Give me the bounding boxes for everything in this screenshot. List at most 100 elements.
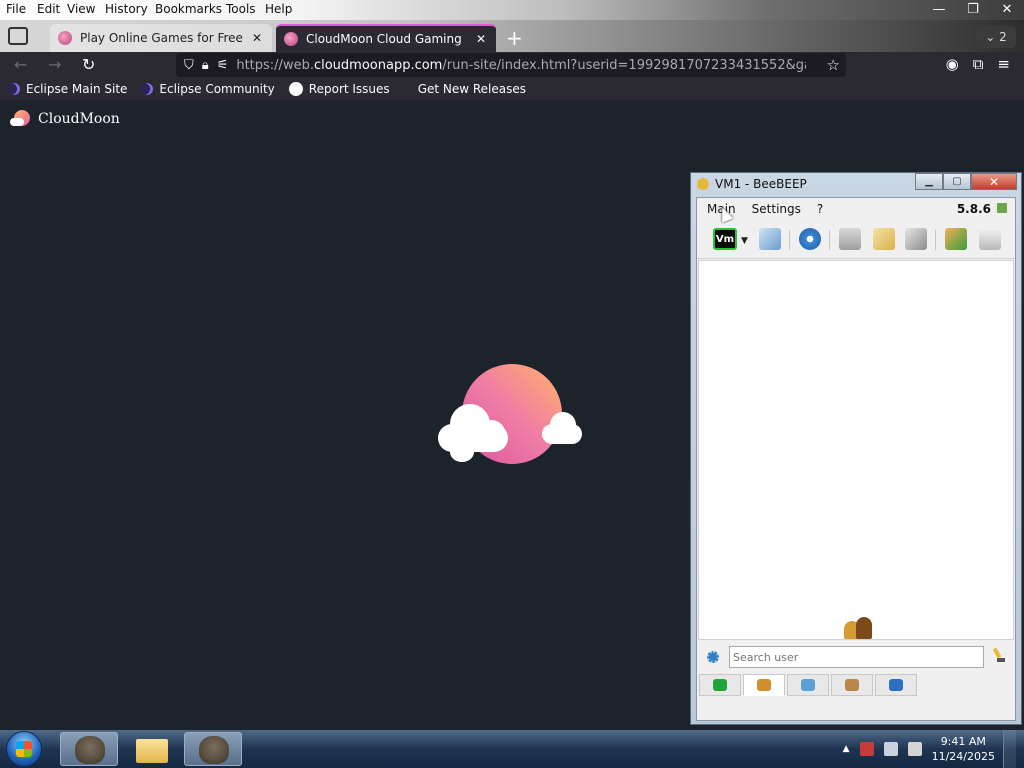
account-icon[interactable]: ◉ (946, 55, 959, 73)
clock[interactable]: 9:41 AM 11/24/2025 (932, 734, 995, 764)
forward-arrow-icon[interactable]: → (48, 55, 61, 74)
home-icon[interactable] (839, 228, 861, 250)
menu-help[interactable]: Help (265, 2, 292, 16)
navigation-toolbar: ← → ↻ ⛉ 🔒︎ ⚟ https://web.cloudmoonapp.co… (0, 52, 1024, 78)
tab-home[interactable] (699, 674, 741, 696)
taskbar-app-1[interactable] (60, 732, 118, 766)
search-user-input[interactable] (729, 646, 984, 668)
menu-edit[interactable]: Edit (37, 2, 60, 16)
back-arrow-icon[interactable]: ← (14, 55, 27, 74)
users-icon (844, 615, 874, 639)
clock-date: 11/24/2025 (931, 750, 995, 763)
bookmark-star-icon[interactable]: ☆ (827, 56, 840, 74)
tab-chats[interactable] (787, 674, 829, 696)
tab-play-online-games[interactable]: Play Online Games for Free | Clc ✕ (50, 24, 272, 52)
beebeep-tabs (697, 674, 1017, 698)
github-icon (288, 82, 303, 96)
clear-search-icon[interactable] (991, 648, 1005, 664)
tab-title: CloudMoon Cloud Gaming (306, 32, 462, 46)
taskbar-app-2[interactable] (184, 732, 242, 766)
cloudmoon-favicon-icon (284, 32, 298, 46)
edit-profile-icon[interactable] (759, 228, 781, 250)
tools-icon[interactable] (905, 228, 927, 250)
reload-icon[interactable]: ↻ (82, 55, 95, 74)
minimize-button[interactable]: — (922, 0, 956, 18)
beebeep-body: Main Settings ? 5.8.6 Vm ▼ (696, 197, 1016, 721)
new-tab-button[interactable]: + (506, 28, 523, 48)
lock-icon[interactable]: 🔒︎ (202, 58, 209, 73)
cat-app-icon (199, 736, 229, 764)
compose-icon[interactable] (873, 228, 895, 250)
close-tab-icon[interactable]: ✕ (474, 32, 488, 46)
home-tab-icon (713, 679, 727, 691)
groups-icon (845, 679, 859, 691)
chat-icon (801, 679, 815, 691)
windows-logo-icon (16, 741, 32, 757)
tab-groups[interactable] (831, 674, 873, 696)
tab-list-icon[interactable] (8, 27, 28, 45)
bookmark-eclipse-community[interactable]: Eclipse Community (141, 82, 275, 96)
cloudmoon-logo-text: CloudMoon (38, 111, 120, 127)
bookmark-label: Eclipse Community (159, 82, 275, 96)
tab-count: 2 (999, 30, 1007, 44)
beebeep-window[interactable]: VM1 - BeeBEEP ▁ ▢ ✕ Main Settings ? 5.8.… (690, 172, 1022, 725)
chevron-down-icon[interactable]: ▼ (741, 236, 748, 246)
volume-muted-icon[interactable] (907, 742, 922, 756)
close-tab-icon[interactable]: ✕ (250, 31, 264, 45)
bookmark-get-new-releases[interactable]: Get New Releases (418, 82, 526, 96)
menu-bookmarks[interactable]: Bookmarks (155, 2, 222, 16)
menu-history[interactable]: History (105, 2, 148, 16)
show-hidden-icons-icon[interactable]: ▲ (843, 744, 850, 754)
extensions-icon[interactable]: ⧉ (973, 55, 984, 73)
shield-icon[interactable]: ⛉ (184, 58, 194, 73)
taskbar-file-explorer[interactable] (122, 732, 180, 766)
bookmarks-toolbar: Eclipse Main Site Eclipse Community Repo… (0, 78, 1024, 100)
hamburger-menu-icon[interactable]: ≡ (997, 55, 1010, 73)
beebeep-maximize-button[interactable]: ▢ (943, 173, 971, 190)
beebeep-toolbar: Vm ▼ (697, 222, 1015, 259)
beebeep-close-button[interactable]: ✕ (971, 173, 1017, 190)
bookmark-report-issues[interactable]: Report Issues (288, 82, 390, 96)
url-text[interactable]: https://web.cloudmoonapp.com/run-site/in… (236, 58, 806, 73)
restore-button[interactable]: ❐ (956, 0, 990, 18)
list-all-tabs-button[interactable]: ⌄ 2 (976, 26, 1016, 48)
tab-users[interactable] (743, 674, 785, 696)
eclipse-icon (8, 83, 20, 95)
show-desktop-button[interactable] (1003, 730, 1016, 768)
network-icon[interactable] (799, 228, 821, 250)
system-tray: ▲ 9:41 AM 11/24/2025 (843, 730, 1016, 768)
menu-view[interactable]: View (67, 2, 95, 16)
search-bar (697, 642, 1015, 672)
toolbar-right-icons: ◉ ⧉ ≡ (946, 55, 1010, 73)
network-tray-icon[interactable] (883, 742, 898, 756)
vm-status-button[interactable]: Vm (713, 228, 737, 250)
beebeep-minimize-button[interactable]: ▁ (915, 173, 943, 190)
close-window-button[interactable]: ✕ (990, 0, 1024, 18)
permissions-icon[interactable]: ⚟ (217, 58, 229, 73)
menu-bar: File Edit View History Bookmarks Tools H… (0, 0, 1024, 20)
beebeep-menu-help[interactable]: ? (817, 202, 823, 216)
beebeep-menu-settings[interactable]: Settings (752, 202, 801, 216)
folder-icon (136, 739, 168, 763)
url-bar[interactable]: ⛉ 🔒︎ ⚟ https://web.cloudmoonapp.com/run-… (176, 53, 846, 77)
bookmark-label: Report Issues (308, 82, 390, 96)
menu-file[interactable]: File (6, 2, 26, 16)
users-tab-icon (757, 679, 771, 691)
tab-file-sharing[interactable] (875, 674, 917, 696)
gear-icon[interactable] (707, 651, 719, 663)
download-icon[interactable] (945, 228, 967, 250)
tab-bar: Play Online Games for Free | Clc ✕ Cloud… (0, 20, 1024, 52)
update-icon (997, 203, 1007, 213)
menu-tools[interactable]: Tools (226, 2, 256, 16)
tab-cloudmoon-cloud-gaming[interactable]: CloudMoon Cloud Gaming ✕ (276, 24, 496, 52)
start-button[interactable] (6, 731, 42, 767)
eclipse-icon (141, 83, 154, 95)
action-center-icon[interactable] (859, 742, 874, 756)
taskbar: ▲ 9:41 AM 11/24/2025 (0, 730, 1024, 768)
user-list[interactable] (698, 260, 1014, 640)
cloudmoon-loading-logo-icon (436, 362, 586, 466)
bookmark-eclipse-main-site[interactable]: Eclipse Main Site (8, 82, 127, 96)
trash-icon[interactable] (979, 228, 1001, 250)
cloudmoon-logo[interactable]: CloudMoon (10, 110, 120, 128)
beebeep-app-icon (697, 178, 709, 190)
